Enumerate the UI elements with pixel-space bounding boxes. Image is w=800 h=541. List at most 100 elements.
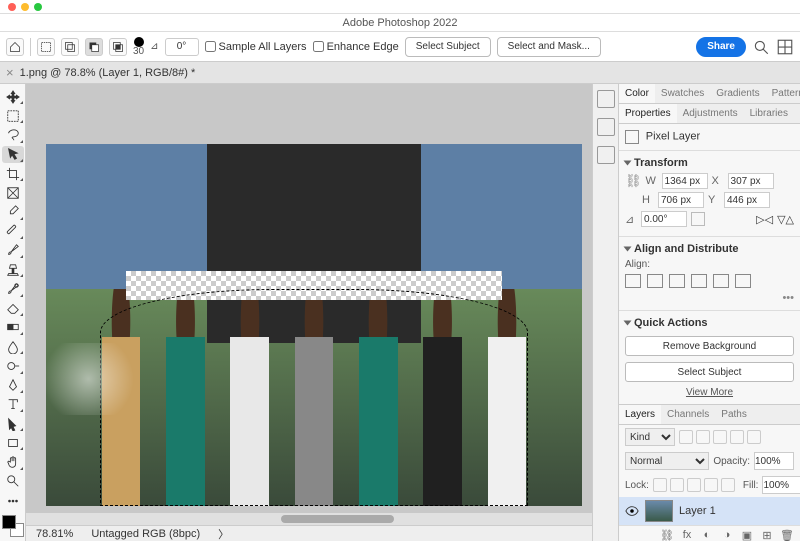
- workspace-icon[interactable]: [776, 38, 794, 56]
- path-select-tool[interactable]: [2, 415, 24, 432]
- lock-position-icon[interactable]: [687, 478, 701, 492]
- zoom-tool[interactable]: [2, 473, 24, 490]
- document-tab[interactable]: × 1.png @ 78.8% (Layer 1, RGB/8#) *: [6, 65, 195, 80]
- brush-preview[interactable]: 30: [133, 37, 144, 57]
- filter-adjust-icon[interactable]: [696, 430, 710, 444]
- color-swatches[interactable]: [2, 515, 24, 537]
- flip-vertical-icon[interactable]: ▽△: [777, 213, 794, 226]
- lock-pixels-icon[interactable]: [670, 478, 684, 492]
- layer-name[interactable]: Layer 1: [679, 505, 716, 517]
- height-input[interactable]: [658, 192, 704, 208]
- angle-input[interactable]: [165, 38, 199, 56]
- width-input[interactable]: [662, 173, 708, 189]
- eraser-tool[interactable]: [2, 300, 24, 317]
- type-tool[interactable]: [2, 396, 24, 413]
- x-input[interactable]: [728, 173, 774, 189]
- gradient-tool[interactable]: [2, 319, 24, 336]
- canvas-area[interactable]: 78.81% Untagged RGB (8bpc) 〉: [26, 84, 592, 541]
- frame-tool[interactable]: [2, 184, 24, 201]
- sample-all-layers-check[interactable]: Sample All Layers: [205, 41, 307, 53]
- intersect-selection-icon[interactable]: [109, 38, 127, 56]
- home-button[interactable]: [6, 38, 24, 56]
- align-left-icon[interactable]: [625, 274, 641, 288]
- lock-artboard-icon[interactable]: [704, 478, 718, 492]
- spot-heal-tool[interactable]: [2, 223, 24, 240]
- align-more-icon[interactable]: •••: [625, 292, 794, 304]
- lock-all-icon[interactable]: [721, 478, 735, 492]
- minimize-window-dot[interactable]: [21, 3, 29, 11]
- zoom-window-dot[interactable]: [34, 3, 42, 11]
- dock-libraries-icon[interactable]: [597, 146, 615, 164]
- qa-select-subject-button[interactable]: Select Subject: [625, 362, 794, 382]
- dock-history-icon[interactable]: [597, 90, 615, 108]
- move-tool[interactable]: [2, 88, 24, 105]
- align-right-icon[interactable]: [669, 274, 685, 288]
- select-and-mask-button[interactable]: Select and Mask...: [497, 37, 601, 57]
- layer-thumbnail[interactable]: [645, 500, 673, 522]
- rotation-input[interactable]: [641, 211, 687, 227]
- align-hcenter-icon[interactable]: [647, 274, 663, 288]
- fill-input[interactable]: [762, 476, 800, 494]
- align-vcenter-icon[interactable]: [713, 274, 729, 288]
- link-layers-icon[interactable]: ⛓: [660, 529, 674, 541]
- horizontal-scrollbar[interactable]: [26, 513, 592, 525]
- blend-mode-select[interactable]: Normal: [625, 452, 709, 470]
- visibility-toggle-icon[interactable]: [625, 504, 639, 518]
- rectangle-tool[interactable]: [2, 434, 24, 451]
- lasso-tool[interactable]: [2, 126, 24, 143]
- document-canvas[interactable]: [46, 144, 582, 506]
- layer-row[interactable]: Layer 1: [619, 497, 800, 525]
- quick-select-tool[interactable]: [2, 146, 24, 163]
- tab-color[interactable]: Color: [619, 84, 655, 103]
- new-layer-icon[interactable]: ⊞: [760, 529, 774, 541]
- new-selection-icon[interactable]: [37, 38, 55, 56]
- rotation-dropdown[interactable]: [691, 212, 705, 226]
- new-group-icon[interactable]: ▣: [740, 529, 754, 541]
- hand-tool[interactable]: [2, 453, 24, 470]
- tab-patterns[interactable]: Patterns: [766, 84, 800, 103]
- select-subject-button[interactable]: Select Subject: [405, 37, 491, 57]
- link-wh-icon[interactable]: ⛓: [625, 173, 642, 189]
- subtract-selection-icon[interactable]: [85, 38, 103, 56]
- share-button[interactable]: Share: [696, 37, 746, 57]
- lock-transparency-icon[interactable]: [653, 478, 667, 492]
- layer-mask-icon[interactable]: ◐: [700, 529, 714, 541]
- marquee-tool[interactable]: [2, 107, 24, 124]
- blur-tool[interactable]: [2, 338, 24, 355]
- profile-readout[interactable]: Untagged RGB (8bpc): [91, 528, 200, 540]
- new-adjustment-icon[interactable]: ◑: [720, 529, 734, 541]
- dock-comments-icon[interactable]: [597, 118, 615, 136]
- brush-tool[interactable]: [2, 242, 24, 259]
- zoom-readout[interactable]: 78.81%: [36, 528, 73, 540]
- close-window-dot[interactable]: [8, 3, 16, 11]
- tab-swatches[interactable]: Swatches: [655, 84, 710, 103]
- tab-gradients[interactable]: Gradients: [710, 84, 765, 103]
- add-selection-icon[interactable]: [61, 38, 79, 56]
- flip-horizontal-icon[interactable]: ▷◁: [756, 213, 773, 226]
- tab-paths[interactable]: Paths: [715, 405, 753, 424]
- tab-properties[interactable]: Properties: [619, 104, 677, 123]
- clone-stamp-tool[interactable]: [2, 261, 24, 278]
- align-top-icon[interactable]: [691, 274, 707, 288]
- tab-layers[interactable]: Layers: [619, 405, 661, 424]
- view-more-link[interactable]: View More: [625, 387, 794, 398]
- tab-adjustments[interactable]: Adjustments: [677, 104, 744, 123]
- tab-close-icon[interactable]: ×: [6, 65, 14, 80]
- filter-type-icon[interactable]: [713, 430, 727, 444]
- filter-shape-icon[interactable]: [730, 430, 744, 444]
- edit-toolbar[interactable]: [2, 492, 24, 509]
- y-input[interactable]: [724, 192, 770, 208]
- filter-pixel-icon[interactable]: [679, 430, 693, 444]
- pen-tool[interactable]: [2, 377, 24, 394]
- eyedropper-tool[interactable]: [2, 203, 24, 220]
- filter-smart-icon[interactable]: [747, 430, 761, 444]
- delete-layer-icon[interactable]: 🗑: [780, 529, 794, 541]
- dodge-tool[interactable]: [2, 357, 24, 374]
- history-brush-tool[interactable]: [2, 280, 24, 297]
- crop-tool[interactable]: [2, 165, 24, 182]
- search-icon[interactable]: [752, 38, 770, 56]
- align-bottom-icon[interactable]: [735, 274, 751, 288]
- tab-channels[interactable]: Channels: [661, 405, 715, 424]
- layer-fx-icon[interactable]: fx: [680, 529, 694, 541]
- enhance-edge-check[interactable]: Enhance Edge: [313, 41, 399, 53]
